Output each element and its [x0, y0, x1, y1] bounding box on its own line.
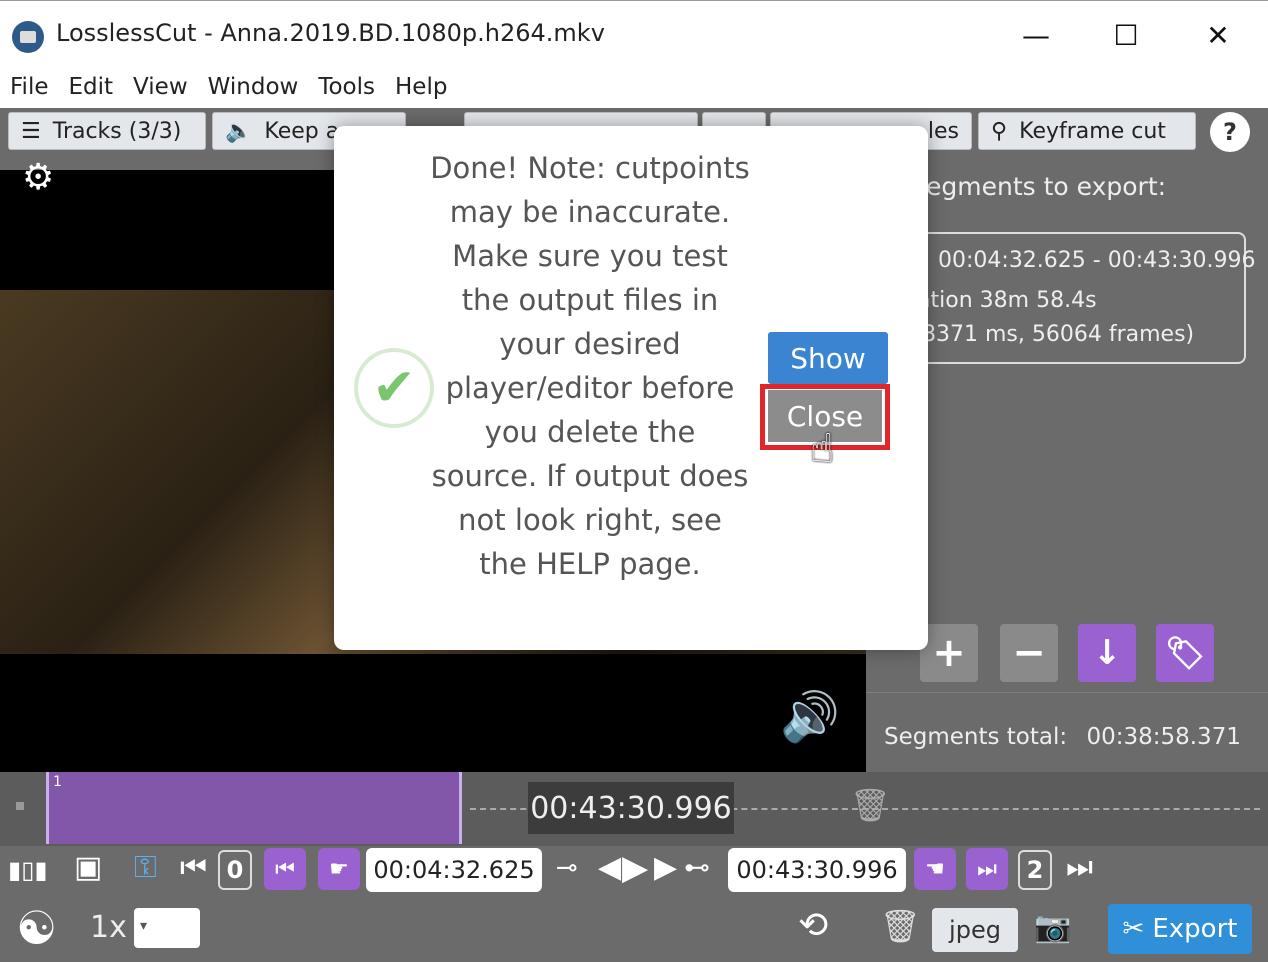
maximize-button[interactable]: ☐ — [1096, 13, 1156, 57]
menu-view[interactable]: View — [123, 68, 198, 108]
segment-card[interactable]: 00:04:32.625 - 00:43:30.996 ration 38m 5… — [896, 232, 1256, 364]
start-index-box[interactable]: 0 — [218, 850, 252, 890]
segment-detail: 38371 ms, 56064 frames) — [908, 322, 1195, 347]
segments-total: Segments total: 00:38:58.371 — [884, 724, 1241, 750]
add-segment-button[interactable]: + — [920, 624, 978, 682]
keyframe-cut-label: Keyframe cut — [1019, 118, 1166, 144]
tag-icon[interactable]: 🏷 — [1156, 624, 1214, 682]
jump-start-icon[interactable]: ⏮ — [180, 850, 207, 886]
set-cut-end-button[interactable]: ☚ — [914, 848, 956, 890]
timeline-marker — [16, 802, 24, 810]
list-icon: ☰ — [21, 118, 41, 144]
chevron-down-icon: ▾ — [140, 918, 148, 934]
remove-segment-button[interactable]: − — [1000, 624, 1058, 682]
help-button[interactable]: ? — [1210, 112, 1250, 152]
timeline-segment-number: 1 — [53, 774, 62, 790]
menu-edit[interactable]: Edit — [59, 68, 124, 108]
done-dialog: ✔ Done! Note: cutpoints may be inaccurat… — [334, 126, 928, 650]
jump-segment-end-button[interactable]: ⏭ — [966, 848, 1008, 890]
key-icon: ⚲ — [991, 118, 1008, 144]
menu-window[interactable]: Window — [198, 68, 309, 108]
speed-select[interactable]: ▾ — [134, 908, 200, 948]
divider — [866, 692, 1268, 693]
title-bar: LosslessCut - Anna.2019.BD.1080p.h264.mk… — [0, 0, 1268, 68]
delete-icon[interactable]: 🗑 — [880, 908, 921, 944]
next-frame-icon[interactable]: ▶ — [654, 850, 677, 886]
keyframe-cut-button[interactable]: ⚲ Keyframe cut — [978, 112, 1196, 150]
tracks-label: Tracks (3/3) — [52, 118, 182, 144]
segments-heading: egments to export: — [926, 172, 1167, 201]
app-icon — [12, 21, 44, 53]
trash-icon[interactable]: 🗑 — [850, 786, 891, 824]
thumbnails-icon[interactable]: ▣ — [74, 850, 102, 886]
export-button[interactable]: ✂ Export — [1108, 904, 1252, 954]
menu-help[interactable]: Help — [385, 68, 457, 108]
camera-icon[interactable]: 📷 — [1034, 910, 1071, 946]
segments-total-label: Segments total: — [884, 724, 1068, 750]
menu-file[interactable]: File — [0, 68, 59, 108]
hand-cursor-icon: ☝ — [810, 426, 835, 472]
sort-segments-button[interactable]: ↓ — [1078, 624, 1136, 682]
waveform-icon[interactable]: ▮▯▮ — [8, 852, 48, 888]
timeline-segment[interactable]: 1 — [46, 772, 462, 844]
volume-icon[interactable]: 🔊 — [780, 688, 840, 745]
keep-audio-label: Keep a — [264, 118, 340, 144]
keyframe-key-icon[interactable]: ⚿ — [134, 850, 157, 886]
rotate-icon[interactable]: ⟲ — [798, 908, 828, 944]
jump-segment-start-button[interactable]: ⏮ — [264, 848, 306, 890]
menu-bar: File Edit View Window Tools Help — [0, 68, 1268, 108]
scissors-icon: ✂ — [1122, 914, 1145, 944]
dialog-message: Done! Note: cutpoints may be inaccurate.… — [430, 151, 750, 581]
start-key-icon[interactable]: ⊸ — [556, 850, 578, 886]
prev-frame-icon[interactable]: ◀ — [598, 850, 621, 886]
cut-end-time-input[interactable]: 00:43:30.996 — [728, 848, 906, 892]
timeline-current-time: 00:43:30.996 — [528, 782, 734, 834]
export-label: Export — [1152, 914, 1238, 944]
app-body: ☰ Tracks (3/3) 🔈 Keep a les ⚲ Keyframe c… — [0, 108, 1268, 962]
output-files-label: les — [927, 118, 959, 144]
end-key-icon[interactable]: ⊷ — [684, 850, 710, 886]
set-cut-start-button[interactable]: ☛ — [318, 848, 360, 890]
close-window-button[interactable]: ✕ — [1188, 13, 1248, 57]
segment-duration: ration 38m 58.4s — [908, 288, 1097, 313]
minimize-button[interactable]: — — [1006, 13, 1066, 57]
playback-speed-label: 1x — [90, 910, 127, 945]
check-icon: ✔ — [354, 348, 434, 428]
jump-end-icon[interactable]: ⏭ — [1066, 850, 1093, 886]
tracks-button[interactable]: ☰ Tracks (3/3) — [8, 112, 206, 150]
window-title: LosslessCut - Anna.2019.BD.1080p.h264.mk… — [56, 19, 605, 47]
gear-icon[interactable]: ⚙ — [22, 160, 58, 196]
segments-total-value: 00:38:58.371 — [1086, 724, 1241, 750]
timeline[interactable]: 1 00:43:30.996 🗑 — [0, 772, 1268, 846]
play-icon[interactable]: ▶ — [622, 850, 648, 886]
show-button[interactable]: Show — [768, 332, 888, 384]
cut-start-time-input[interactable]: 00:04:32.625 — [366, 848, 542, 892]
segment-range: 00:04:32.625 - 00:43:30.996 — [938, 248, 1256, 273]
speaker-icon: 🔈 — [225, 118, 253, 144]
yin-yang-icon[interactable]: ☯ — [16, 904, 57, 952]
menu-tools[interactable]: Tools — [308, 68, 385, 108]
capture-format-button[interactable]: jpeg — [932, 908, 1018, 952]
end-index-box[interactable]: 2 — [1018, 850, 1052, 890]
